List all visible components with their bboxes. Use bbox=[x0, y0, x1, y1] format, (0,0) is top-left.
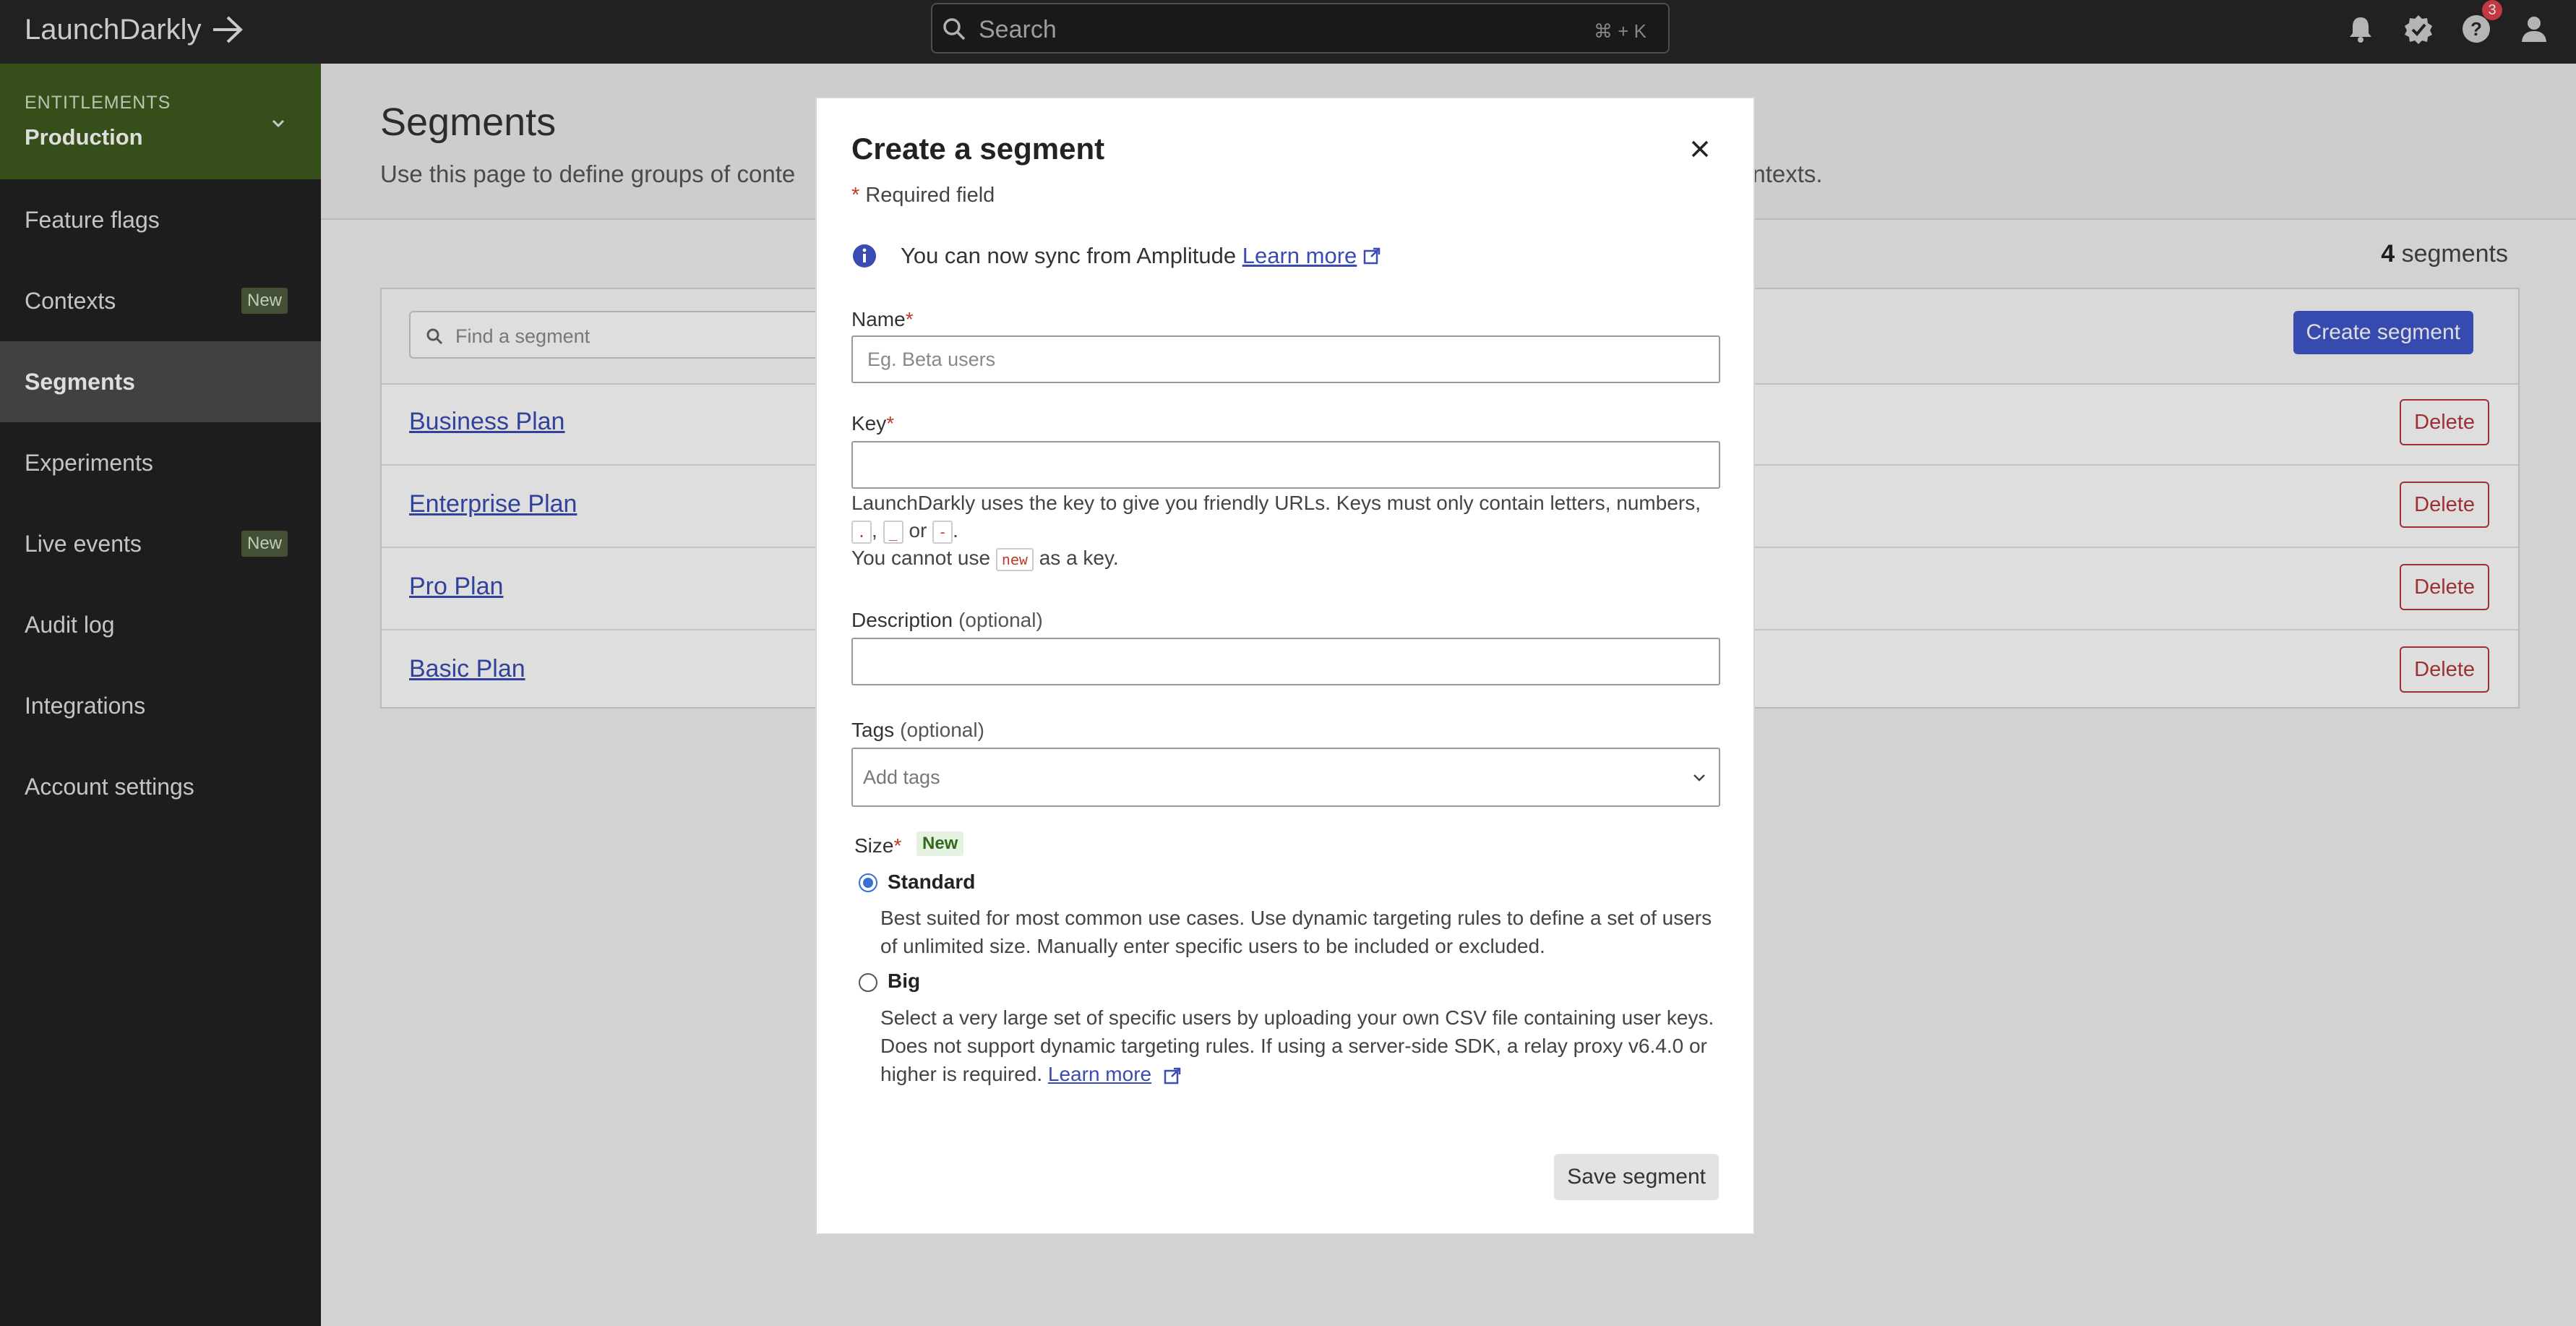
big-radio[interactable] bbox=[859, 973, 877, 992]
name-input[interactable]: Eg. Beta users bbox=[851, 335, 1720, 383]
chevron-down-icon bbox=[1693, 774, 1705, 782]
tags-select[interactable]: Add tags bbox=[851, 748, 1720, 807]
external-link-icon[interactable] bbox=[1163, 1066, 1182, 1085]
tags-placeholder: Add tags bbox=[863, 766, 940, 788]
key-reserved-note: You cannot use new as a key. bbox=[851, 547, 1119, 571]
key-allowed-chars: ., _ or -. bbox=[851, 519, 958, 544]
info-text: You can now sync from Amplitude bbox=[901, 243, 1237, 268]
description-label: Description (optional) bbox=[851, 609, 1043, 631]
learn-more-link[interactable]: Learn more bbox=[1242, 243, 1357, 269]
tags-label: Tags (optional) bbox=[851, 719, 984, 741]
big-learn-more-link[interactable]: Learn more bbox=[1048, 1063, 1151, 1085]
key-char-dot: . bbox=[851, 521, 872, 544]
required-field-note: * Required field bbox=[851, 184, 995, 207]
dialog-title: Create a segment bbox=[851, 132, 1105, 166]
key-help-text: LaunchDarkly uses the key to give you fr… bbox=[851, 492, 1701, 514]
close-icon[interactable] bbox=[1688, 137, 1712, 161]
big-label[interactable]: Big bbox=[888, 970, 920, 993]
info-icon bbox=[853, 244, 876, 268]
size-new-badge: New bbox=[916, 831, 964, 856]
size-label: Size* bbox=[854, 834, 902, 857]
big-description: Select a very large set of specific user… bbox=[880, 1006, 1714, 1085]
external-link-icon[interactable] bbox=[1362, 247, 1381, 265]
standard-description: Best suited for most common use cases. U… bbox=[880, 907, 1712, 957]
key-label: Key* bbox=[851, 412, 895, 435]
key-reserved-word: new bbox=[995, 548, 1034, 571]
key-input[interactable] bbox=[851, 441, 1720, 489]
description-input[interactable] bbox=[851, 638, 1720, 685]
name-placeholder: Eg. Beta users bbox=[867, 348, 996, 370]
standard-radio[interactable] bbox=[859, 873, 877, 892]
save-segment-button[interactable]: Save segment bbox=[1554, 1154, 1719, 1200]
key-char-dash: - bbox=[932, 521, 953, 544]
create-segment-dialog: Create a segment * Required field You ca… bbox=[815, 97, 1755, 1235]
standard-label[interactable]: Standard bbox=[888, 871, 975, 894]
info-banner: You can now sync from Amplitude Learn mo… bbox=[851, 243, 1381, 269]
name-label: Name* bbox=[851, 308, 914, 330]
key-char-underscore: _ bbox=[883, 521, 903, 544]
